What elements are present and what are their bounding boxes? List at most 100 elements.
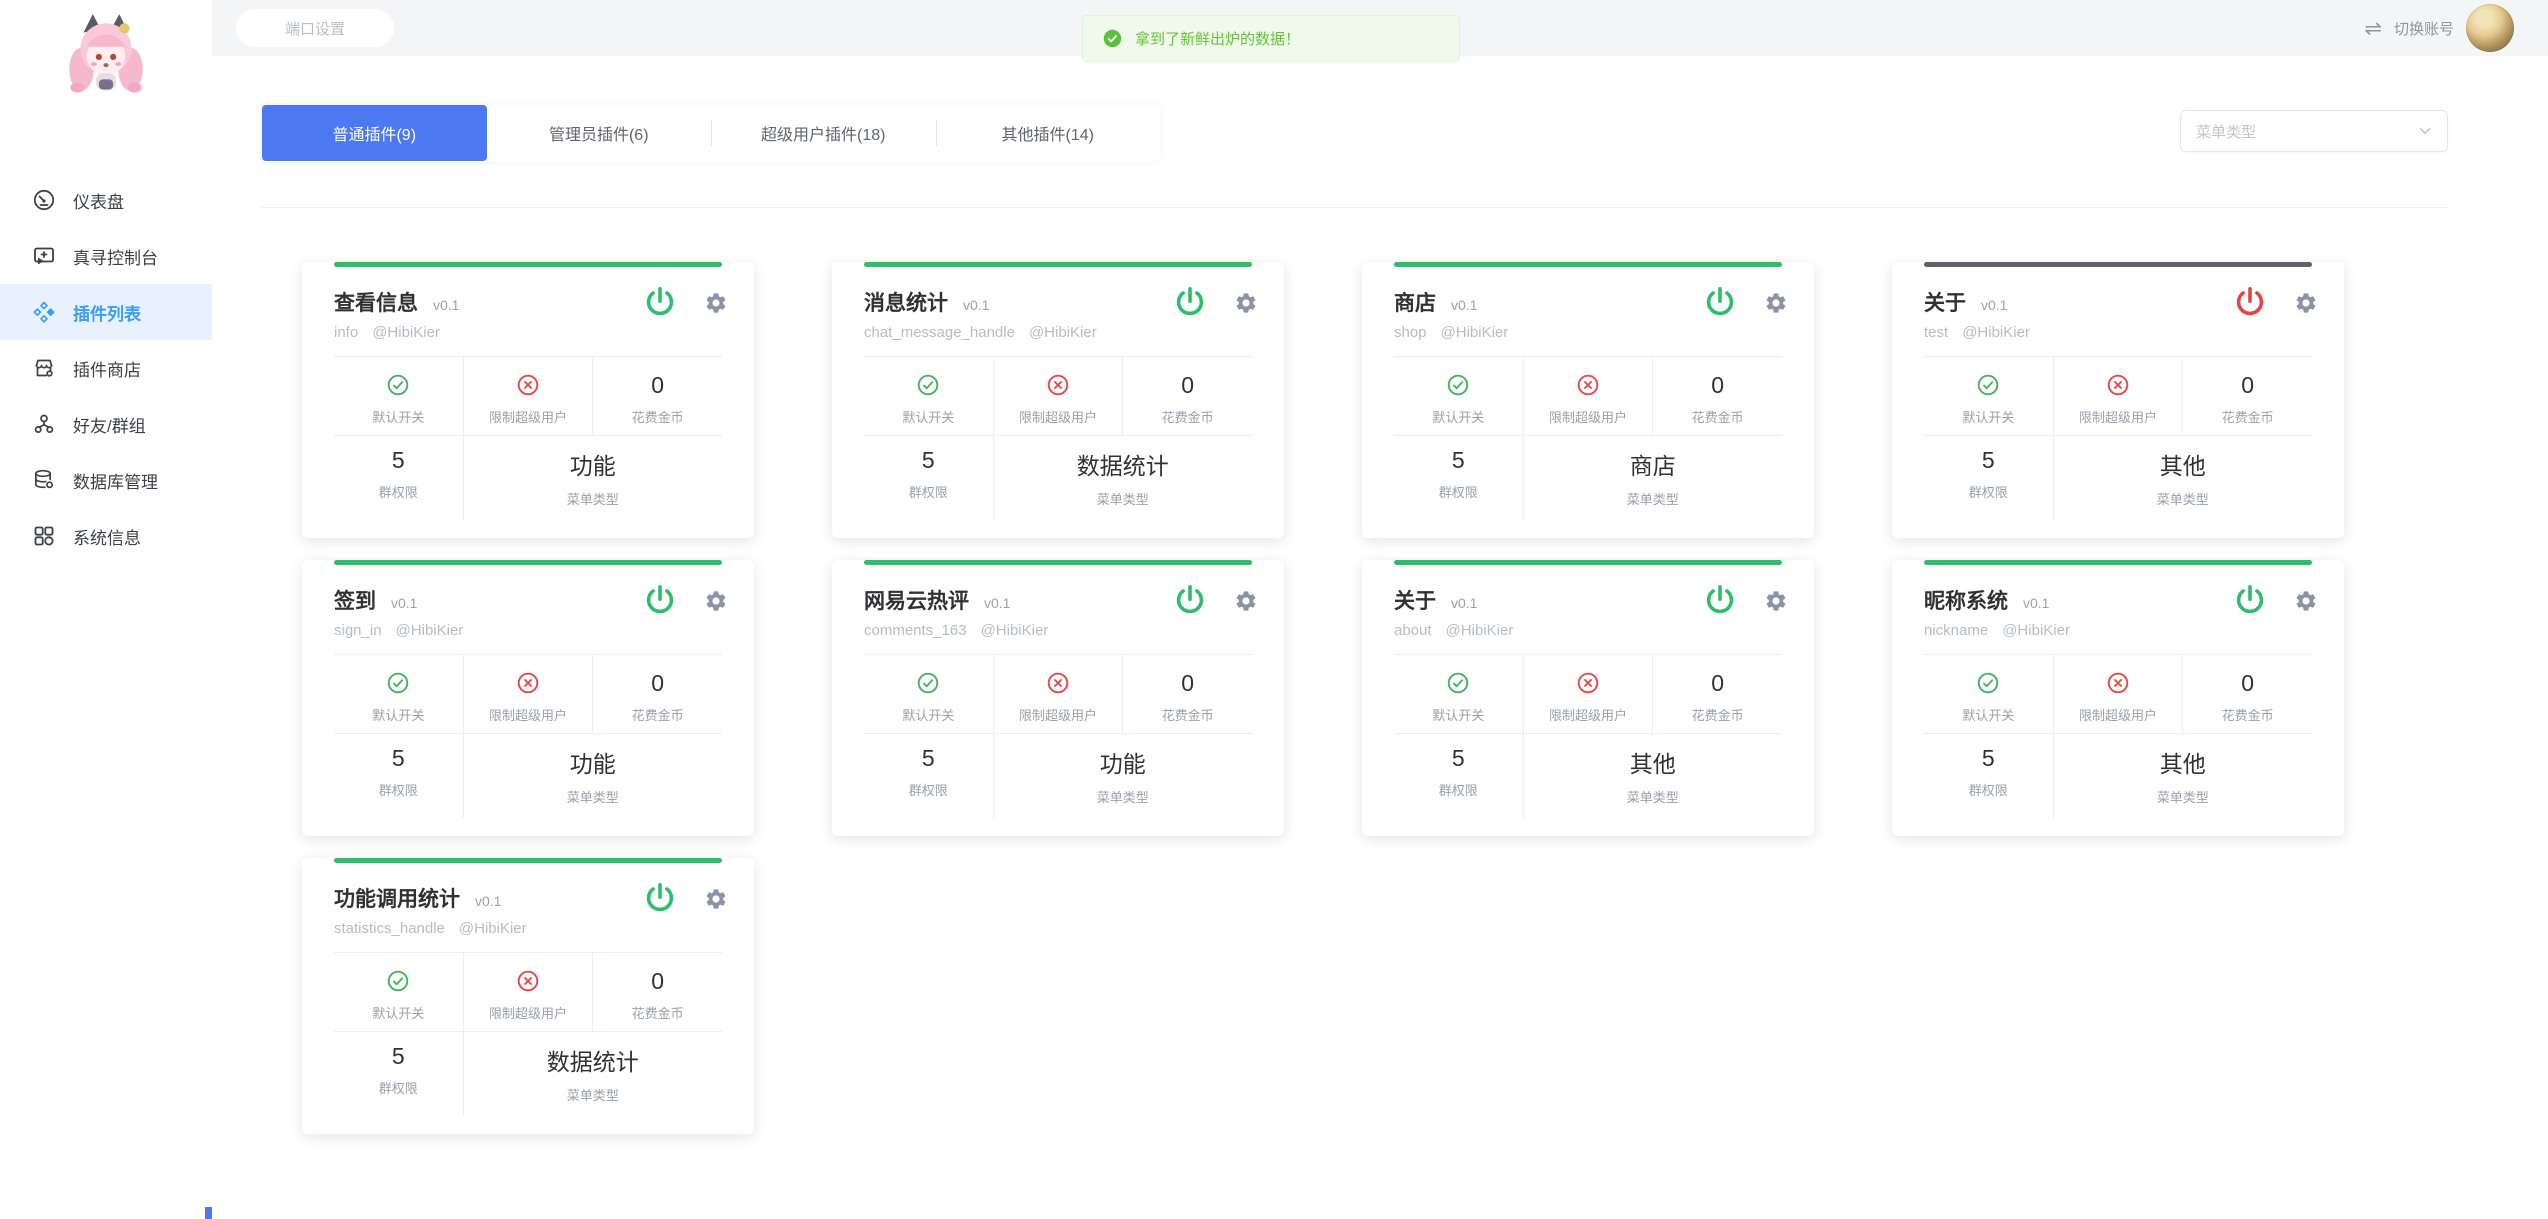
plugin-tab[interactable]: 普通插件(9)	[262, 105, 487, 161]
stat-limit-superuser: 限制超级用户	[2054, 655, 2184, 733]
stat-default-switch: 默认开关	[864, 357, 994, 435]
stat-limit-superuser: 限制超级用户	[994, 357, 1124, 435]
plugin-author: @HibiKier	[1441, 324, 1509, 341]
plugin-tabs: 普通插件(9) 管理员插件(6) 超级用户插件(18) 其他插件(14)	[262, 105, 1160, 161]
plugin-version: v0.1	[433, 297, 459, 313]
plugin-tab[interactable]: 管理员插件(6)	[487, 105, 712, 161]
check-circle-icon	[1446, 671, 1470, 695]
check-circle-icon	[386, 671, 410, 695]
sidebar-item-system[interactable]: 系统信息	[0, 508, 212, 564]
store-icon	[32, 356, 56, 380]
gear-icon[interactable]	[1764, 291, 1788, 315]
sidebar-item-label: 插件商店	[73, 356, 141, 381]
plugin-module: statistics_handle	[334, 920, 445, 937]
stat-group-level: 5 群权限	[334, 436, 464, 520]
plugin-author: @HibiKier	[1446, 622, 1514, 639]
check-circle-icon	[916, 373, 940, 397]
gear-icon[interactable]	[1234, 589, 1258, 613]
gauge-icon	[32, 188, 56, 212]
sidebar-item-database[interactable]: 数据库管理	[0, 452, 212, 508]
plugin-module: sign_in	[334, 622, 382, 639]
x-circle-icon	[2106, 671, 2130, 695]
gear-icon[interactable]	[704, 291, 728, 315]
power-toggle-icon[interactable]	[642, 284, 678, 320]
stat-limit-superuser: 限制超级用户	[2054, 357, 2184, 435]
success-toast: 拿到了新鲜出炉的数据！	[1082, 15, 1460, 62]
power-toggle-icon[interactable]	[1172, 582, 1208, 618]
plugin-tab[interactable]: 其他插件(14)	[936, 105, 1161, 161]
content-divider	[262, 207, 2448, 208]
port-settings-button[interactable]: 端口设置	[236, 9, 394, 47]
tab-label: 管理员插件(6)	[549, 121, 649, 145]
plugin-tab[interactable]: 超级用户插件(18)	[711, 105, 936, 161]
x-circle-icon	[1046, 373, 1070, 397]
stat-menu-type: 商店 菜单类型	[1524, 436, 1782, 520]
card-status-topline	[334, 858, 722, 863]
x-circle-icon	[516, 969, 540, 993]
plugin-module: comments_163	[864, 622, 967, 639]
card-status-topline	[1924, 560, 2312, 565]
power-toggle-icon[interactable]	[2232, 284, 2268, 320]
plugin-version: v0.1	[475, 893, 501, 909]
gear-icon[interactable]	[1234, 291, 1258, 315]
stat-default-switch: 默认开关	[334, 357, 464, 435]
stat-default-switch: 默认开关	[1924, 655, 2054, 733]
plugin-card: 昵称系统 v0.1 nickname @HibiKier	[1892, 560, 2344, 836]
power-toggle-icon[interactable]	[1702, 582, 1738, 618]
x-circle-icon	[1576, 373, 1600, 397]
stat-group-level: 5 群权限	[1394, 734, 1524, 818]
card-status-topline	[1394, 560, 1782, 565]
plugin-card: 查看信息 v0.1 info @HibiKier	[302, 262, 754, 538]
x-circle-icon	[516, 671, 540, 695]
plugin-title: 查看信息	[334, 287, 418, 317]
check-circle-icon	[1976, 671, 2000, 695]
plugin-title: 关于	[1394, 585, 1436, 615]
chevron-down-icon	[2418, 124, 2432, 138]
stat-cost-gold: 0 花费金币	[1653, 655, 1782, 733]
toast-text: 拿到了新鲜出炉的数据！	[1135, 28, 1300, 49]
card-status-topline	[864, 262, 1252, 267]
switch-account-button[interactable]: ⇌ 切换账号	[2364, 0, 2514, 56]
power-toggle-icon[interactable]	[642, 880, 678, 916]
power-toggle-icon[interactable]	[2232, 582, 2268, 618]
gear-icon[interactable]	[704, 589, 728, 613]
database-icon	[32, 468, 56, 492]
sidebar-item-plugins[interactable]: 插件列表	[0, 284, 212, 340]
power-toggle-icon[interactable]	[1172, 284, 1208, 320]
gear-icon[interactable]	[1764, 589, 1788, 613]
plugin-card: 签到 v0.1 sign_in @HibiKier	[302, 560, 754, 836]
check-circle-icon	[916, 671, 940, 695]
stat-limit-superuser: 限制超级用户	[464, 953, 594, 1031]
x-circle-icon	[2106, 373, 2130, 397]
check-circle-icon	[1446, 373, 1470, 397]
sidebar-item-store[interactable]: 插件商店	[0, 340, 212, 396]
stat-menu-type: 功能 菜单类型	[464, 734, 722, 818]
main-area: 端口设置 ⇌ 切换账号 拿到了新鲜出炉的数据！ 普通插件(9) 管理员插件(6)…	[212, 0, 2548, 1219]
plugin-author: @HibiKier	[981, 622, 1049, 639]
stat-limit-superuser: 限制超级用户	[1524, 655, 1654, 733]
sidebar-scrollbar-thumb[interactable]	[205, 1207, 212, 1219]
plugins-icon	[32, 300, 56, 324]
gear-icon[interactable]	[2294, 291, 2318, 315]
sidebar-item-gauge[interactable]: 仪表盘	[0, 172, 212, 228]
x-circle-icon	[516, 373, 540, 397]
power-toggle-icon[interactable]	[642, 582, 678, 618]
stat-default-switch: 默认开关	[1394, 655, 1524, 733]
plugin-author: @HibiKier	[2002, 622, 2070, 639]
menu-type-select[interactable]: 菜单类型	[2180, 110, 2448, 152]
gear-icon[interactable]	[704, 887, 728, 911]
stat-default-switch: 默认开关	[334, 655, 464, 733]
stat-default-switch: 默认开关	[334, 953, 464, 1031]
stat-default-switch: 默认开关	[864, 655, 994, 733]
power-toggle-icon[interactable]	[1702, 284, 1738, 320]
card-status-topline	[864, 560, 1252, 565]
plugin-module: shop	[1394, 324, 1427, 341]
gear-icon[interactable]	[2294, 589, 2318, 613]
plugin-card: 关于 v0.1 about @HibiKier	[1362, 560, 1814, 836]
tab-label: 超级用户插件(18)	[761, 121, 885, 145]
stat-menu-type: 功能 菜单类型	[464, 436, 722, 520]
stat-menu-type: 数据统计 菜单类型	[464, 1032, 722, 1116]
sidebar-item-console[interactable]: 真寻控制台	[0, 228, 212, 284]
user-avatar[interactable]	[2466, 4, 2514, 52]
sidebar-item-friends[interactable]: 好友/群组	[0, 396, 212, 452]
